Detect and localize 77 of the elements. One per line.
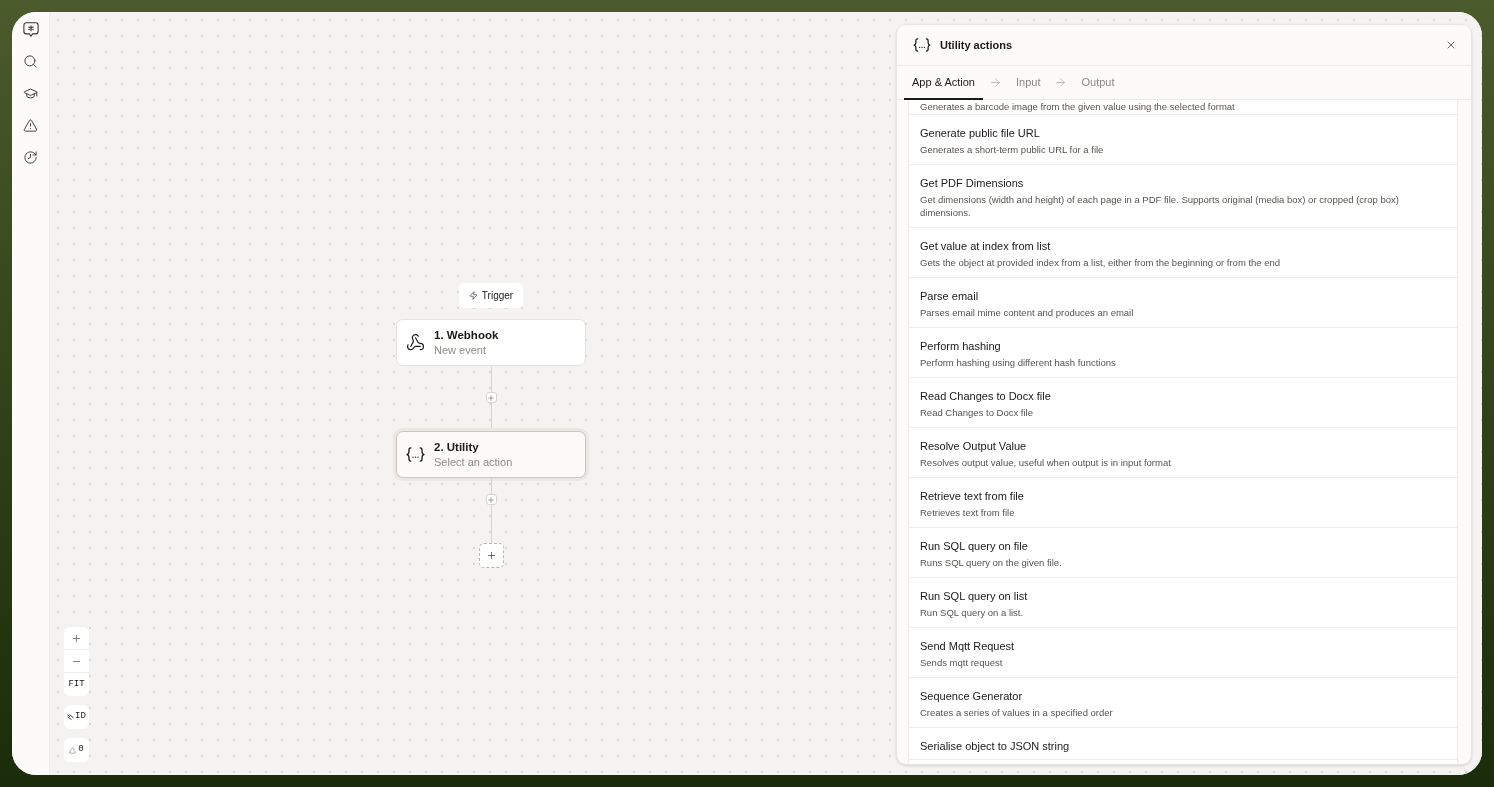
action-item[interactable]: Generate public file URL Generates a short-term public URL for a file xyxy=(909,115,1457,165)
action-description: Generates a barcode image from the given value using the selected format xyxy=(920,100,1236,113)
action-title: Retrieve text from file xyxy=(920,489,1025,504)
triangle-icon xyxy=(69,746,77,754)
action-item[interactable]: Perform hashing Perform hashing using different hash functions xyxy=(909,328,1457,378)
action-title: Read Changes to Docx file xyxy=(920,389,1052,404)
add-step-button[interactable] xyxy=(485,392,497,403)
action-item[interactable]: Resolve Output Value Resolves output value, useful when output is in input format xyxy=(909,428,1457,478)
add-node-button[interactable] xyxy=(478,543,504,568)
connector-line xyxy=(490,366,492,392)
tab[interactable]: Input xyxy=(1008,66,1049,100)
plus-icon xyxy=(71,632,82,644)
action-description: Run SQL query on a list. xyxy=(920,606,1025,619)
action-description: Generates a short-term public URL for a file xyxy=(920,143,1105,156)
action-title: Perform hashing xyxy=(920,339,1002,354)
plus-icon xyxy=(487,393,495,402)
node-title: 1. Webhook xyxy=(434,327,499,343)
warning-icon xyxy=(23,117,38,133)
action-title: Sequence Generator xyxy=(920,689,1024,704)
plus-icon xyxy=(487,495,495,504)
tab[interactable]: Output xyxy=(1073,66,1123,100)
lightning-icon xyxy=(468,291,478,300)
action-description: Perform hashing using different hash functions xyxy=(920,356,1117,369)
plus-icon xyxy=(485,550,497,561)
graduation-cap-icon xyxy=(23,85,38,101)
panel-title: Utility actions xyxy=(940,37,1013,53)
action-title: Run SQL query on list xyxy=(920,589,1029,604)
action-title: Get PDF Dimensions xyxy=(920,176,1025,191)
chat-asterisk-icon xyxy=(22,21,39,37)
node-subtitle: New event xyxy=(434,342,487,358)
action-item[interactable]: Sequence Generator Creates a series of values in a specified order xyxy=(909,678,1457,728)
action-item[interactable]: Get PDF Dimensions Get dimensions (width and height) of each page in a PDF file. Supports original (media box) or cropped (crop box) dimensions. xyxy=(909,165,1457,228)
braces-icon xyxy=(913,38,931,52)
action-item[interactable]: Generates a barcode image from the given value using the selected format xyxy=(909,100,1457,115)
arrow-right-icon xyxy=(989,76,1002,89)
arrow-right-icon xyxy=(1054,76,1068,89)
action-description: Get dimensions (width and height) of each page in a PDF file. Supports original (media box) or cropped (crop box) dimensions. xyxy=(920,193,1400,219)
connector-line xyxy=(490,505,492,543)
flow-node[interactable]: 1. Webhook New event xyxy=(396,319,586,366)
id-toggle-button[interactable]: ID xyxy=(64,705,89,729)
action-title: Get value at index from list xyxy=(920,239,1052,254)
warnings-button[interactable]: 0 xyxy=(64,738,89,762)
action-description: Creates a series of values in a specified order xyxy=(920,706,1114,719)
action-description: Sends mqtt request xyxy=(920,656,1004,669)
search-icon xyxy=(23,53,38,69)
action-item[interactable]: Get value at index from list Gets the object at provided index from a list, either from the beginning or from the end xyxy=(909,228,1457,278)
connector-line xyxy=(490,478,492,494)
action-item[interactable]: Parse email Parses email mime content and produces an email xyxy=(909,278,1457,328)
node-subtitle: Select an action xyxy=(434,454,513,470)
add-step-button[interactable] xyxy=(485,494,497,505)
action-item[interactable]: Read Changes to Docx file Read Changes to Docx file xyxy=(909,378,1457,428)
action-title: Parse email xyxy=(920,289,980,304)
webhook-icon xyxy=(406,333,425,352)
history-icon xyxy=(23,149,38,165)
action-description: Runs SQL query on the given file. xyxy=(920,556,1063,569)
action-item[interactable]: Send Mqtt Request Sends mqtt request xyxy=(909,628,1457,678)
action-item[interactable]: Serialise object to JSON string xyxy=(909,728,1457,760)
action-title: Send Mqtt Request xyxy=(920,639,1016,654)
action-title: Run SQL query on file xyxy=(920,539,1029,554)
action-description: Retrieves text from file xyxy=(920,506,1016,519)
stripes-icon xyxy=(67,714,75,720)
action-description: Read Changes to Docx file xyxy=(920,406,1034,419)
trigger-text: Trigger xyxy=(481,289,514,303)
braces-icon xyxy=(406,447,425,462)
action-description: Gets the object at provided index from a list, either from the beginning or from the end xyxy=(920,256,1282,269)
node-title: 2. Utility xyxy=(434,439,480,455)
flow-node[interactable]: 2. Utility Select an action xyxy=(396,431,586,478)
fit-button[interactable]: FIT xyxy=(64,673,89,696)
action-title: Generate public file URL xyxy=(920,126,1041,141)
close-icon xyxy=(1445,39,1457,51)
action-description: Parses email mime content and produces an email xyxy=(920,306,1135,319)
action-item[interactable]: Run SQL query on file Runs SQL query on the given file. xyxy=(909,528,1457,578)
action-description: Resolves output value, useful when output is in input format xyxy=(920,456,1172,469)
action-title: Resolve Output Value xyxy=(920,439,1028,454)
action-title: Serialise object to JSON string xyxy=(920,739,1071,754)
action-item[interactable]: Retrieve text from file Retrieves text from file xyxy=(909,478,1457,528)
action-item[interactable]: Run SQL query on list Run SQL query on a list. xyxy=(909,578,1457,628)
